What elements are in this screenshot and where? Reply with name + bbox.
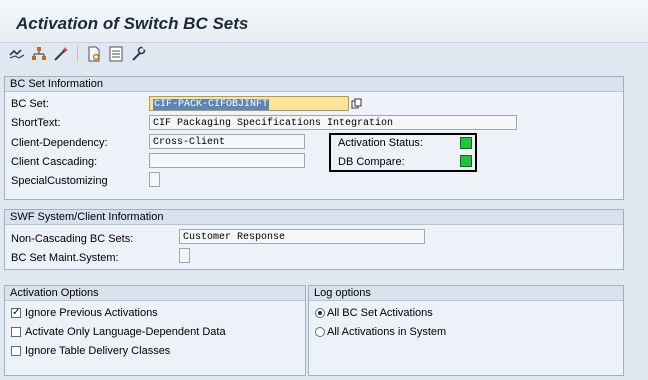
- application-toolbar: [8, 44, 147, 64]
- ignore-table-delivery-checkbox[interactable]: [11, 346, 21, 356]
- noncascading-label: Non-Cascading BC Sets:: [11, 233, 134, 245]
- copy-icon[interactable]: [350, 98, 362, 110]
- shorttext-label: ShortText:: [11, 117, 61, 129]
- maint-system-field: [179, 248, 190, 263]
- client-cascading-label: Client Cascading:: [11, 156, 98, 168]
- all-bc-set-activations-label[interactable]: All BC Set Activations: [327, 307, 433, 319]
- activation-status-label: Activation Status:: [338, 137, 423, 149]
- language-dependent-checkbox[interactable]: [11, 327, 21, 337]
- ignore-table-delivery-label[interactable]: Ignore Table Delivery Classes: [25, 345, 170, 357]
- execute-icon[interactable]: [8, 45, 26, 63]
- db-compare-green-icon: [460, 155, 472, 167]
- special-customizing-label: SpecialCustomizing: [11, 175, 108, 187]
- activation-options-group: Activation Options ✓ Ignore Previous Act…: [4, 285, 306, 376]
- log-options-group: Log options All BC Set Activations All A…: [308, 285, 624, 376]
- noncascading-field: Customer Response: [179, 229, 425, 244]
- bc-set-value: CIF-PACK-CIFOBJINFT: [153, 99, 270, 110]
- toolbar-separator: [77, 46, 78, 62]
- ignore-previous-label[interactable]: Ignore Previous Activations: [25, 307, 158, 319]
- activation-status-green-icon: [460, 137, 472, 149]
- maint-system-label: BC Set Maint.System:: [11, 252, 119, 264]
- swf-system-header: SWF System/Client Information: [5, 210, 623, 225]
- all-activations-system-label[interactable]: All Activations in System: [327, 326, 446, 338]
- details-icon[interactable]: [107, 45, 125, 63]
- all-bc-set-activations-radio[interactable]: [315, 308, 325, 318]
- ignore-previous-checkbox[interactable]: ✓: [11, 308, 21, 318]
- activation-options-header: Activation Options: [5, 286, 305, 301]
- hierarchy-icon[interactable]: [30, 45, 48, 63]
- all-activations-system-radio[interactable]: [315, 327, 325, 337]
- bc-set-information-header: BC Set Information: [5, 77, 623, 92]
- client-dependency-field: Cross-Client: [149, 134, 305, 149]
- language-dependent-label[interactable]: Activate Only Language-Dependent Data: [25, 326, 226, 338]
- bc-set-label: BC Set:: [11, 98, 49, 110]
- bc-set-input[interactable]: CIF-PACK-CIFOBJINFT: [149, 96, 349, 111]
- title-bar: Activation of Switch BC Sets: [0, 0, 648, 43]
- special-customizing-field: [149, 172, 160, 187]
- document-icon[interactable]: [85, 45, 103, 63]
- shorttext-field: CIF Packaging Specifications Integration: [149, 115, 517, 130]
- client-cascading-field: [149, 153, 305, 168]
- db-compare-label: DB Compare:: [338, 156, 405, 168]
- page-title: Activation of Switch BC Sets: [16, 14, 249, 33]
- bc-set-information-group: BC Set Information BC Set: CIF-PACK-CIFO…: [4, 76, 624, 200]
- magic-wand-icon[interactable]: [52, 45, 70, 63]
- wrench-icon[interactable]: [129, 45, 147, 63]
- client-dependency-label: Client-Dependency:: [11, 137, 108, 149]
- log-options-header: Log options: [309, 286, 623, 301]
- swf-system-group: SWF System/Client Information Non-Cascad…: [4, 209, 624, 270]
